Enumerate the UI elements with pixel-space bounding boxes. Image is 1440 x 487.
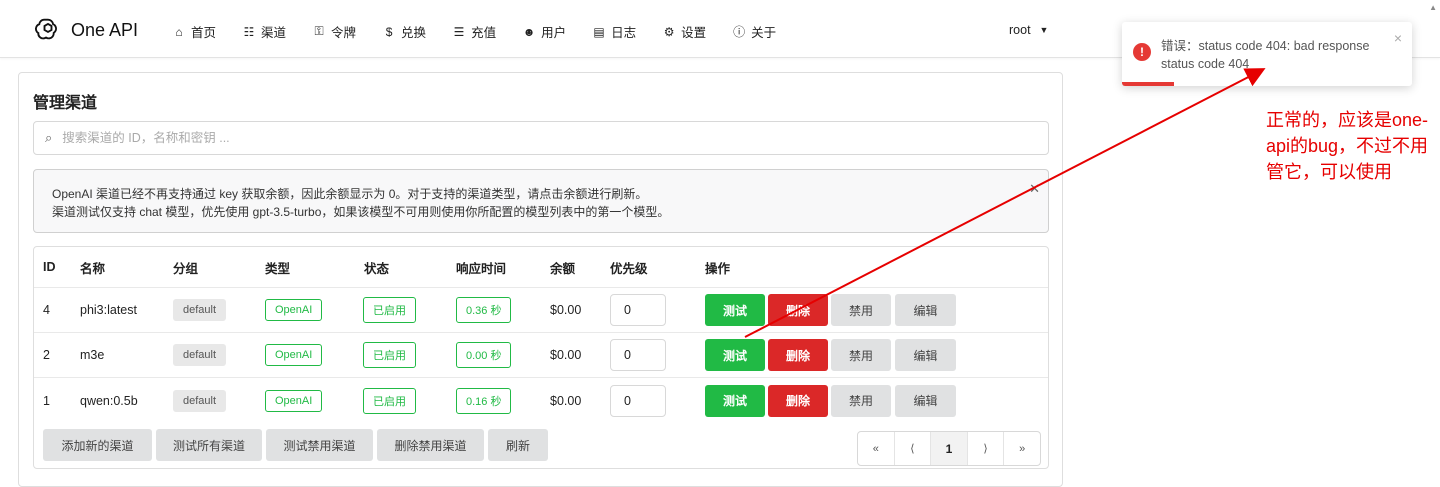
- annotation-note: 正常的，应该是one-api的bug，不过不用管它，可以使用: [1266, 110, 1429, 182]
- annotation-arrow: [744, 68, 1266, 338]
